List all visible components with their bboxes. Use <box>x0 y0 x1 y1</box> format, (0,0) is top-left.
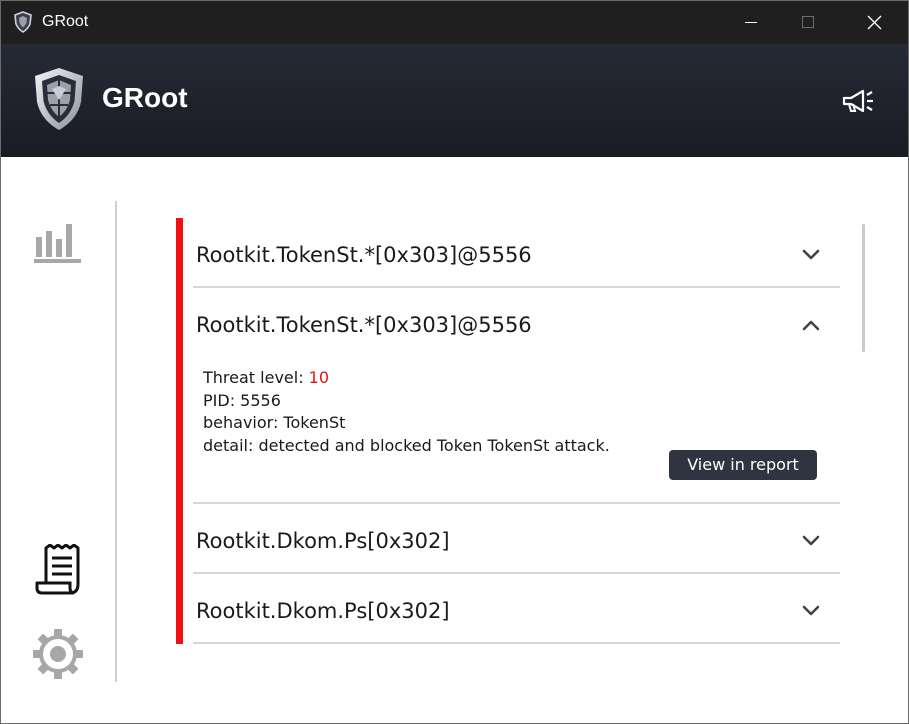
detection-detail: Threat level: 10 PID: 5556 behavior: Tok… <box>176 360 841 504</box>
sidebar-item-settings[interactable] <box>32 628 84 680</box>
app-shield-icon <box>14 11 32 33</box>
detection-header[interactable]: Rootkit.Dkom.Ps[0x302] <box>176 504 841 574</box>
detection-title: Rootkit.TokenSt.*[0x303]@5556 <box>196 243 532 267</box>
detection-item: Rootkit.Dkom.Ps[0x302] <box>176 574 841 644</box>
detection-item-expanded: Rootkit.TokenSt.*[0x303]@5556 Threat lev… <box>176 288 841 504</box>
detection-item: Rootkit.Dkom.Ps[0x302] <box>176 504 841 574</box>
close-button[interactable] <box>841 1 907 44</box>
threat-level-value: 10 <box>308 368 330 387</box>
close-icon <box>867 15 882 30</box>
app-header: GRoot <box>1 44 908 157</box>
view-in-report-button[interactable]: View in report <box>669 450 817 480</box>
detection-list: Rootkit.TokenSt.*[0x303]@5556 Rootkit.To… <box>176 218 841 644</box>
shield-logo-icon <box>35 68 83 130</box>
list-scrollbar[interactable] <box>862 224 865 352</box>
chevron-down-icon[interactable] <box>798 602 824 620</box>
megaphone-icon[interactable] <box>840 88 876 114</box>
title-bar: GRoot <box>1 1 908 44</box>
chevron-down-icon[interactable] <box>798 246 824 264</box>
maximize-button[interactable] <box>775 1 841 44</box>
detection-title: Rootkit.Dkom.Ps[0x302] <box>196 529 450 553</box>
receipt-report-icon <box>35 543 80 595</box>
threat-level-label: Threat level: <box>203 368 309 387</box>
chevron-down-icon[interactable] <box>798 532 824 550</box>
detail-line: detail: detected and blocked Token Token… <box>203 436 610 455</box>
maximize-icon <box>802 16 814 28</box>
behavior-line: behavior: TokenSt <box>203 413 346 432</box>
chevron-up-icon[interactable] <box>798 316 824 334</box>
gear-icon <box>33 629 83 679</box>
detection-item: Rootkit.TokenSt.*[0x303]@5556 <box>176 218 841 288</box>
minimize-icon <box>745 22 757 23</box>
pid-line: PID: 5556 <box>203 391 281 410</box>
app-name: GRoot <box>102 82 188 113</box>
minimize-button[interactable] <box>709 1 775 44</box>
detection-header[interactable]: Rootkit.TokenSt.*[0x303]@5556 <box>176 218 841 288</box>
sidebar-item-statistics[interactable] <box>31 219 85 265</box>
detection-header[interactable]: Rootkit.TokenSt.*[0x303]@5556 <box>176 288 841 360</box>
detection-header[interactable]: Rootkit.Dkom.Ps[0x302] <box>176 574 841 644</box>
bar-chart-icon <box>34 224 81 263</box>
detection-title: Rootkit.Dkom.Ps[0x302] <box>196 599 450 623</box>
sidebar-item-report[interactable] <box>34 543 84 596</box>
window-title: GRoot <box>42 13 89 30</box>
threat-level-line: Threat level: 10 <box>203 368 329 387</box>
sidebar-divider <box>115 201 117 682</box>
detection-title: Rootkit.TokenSt.*[0x303]@5556 <box>196 313 532 337</box>
item-divider <box>193 642 840 644</box>
app-window: GRoot GRoot Rootkit.TokenSt.*[0x303]@555… <box>0 0 909 724</box>
